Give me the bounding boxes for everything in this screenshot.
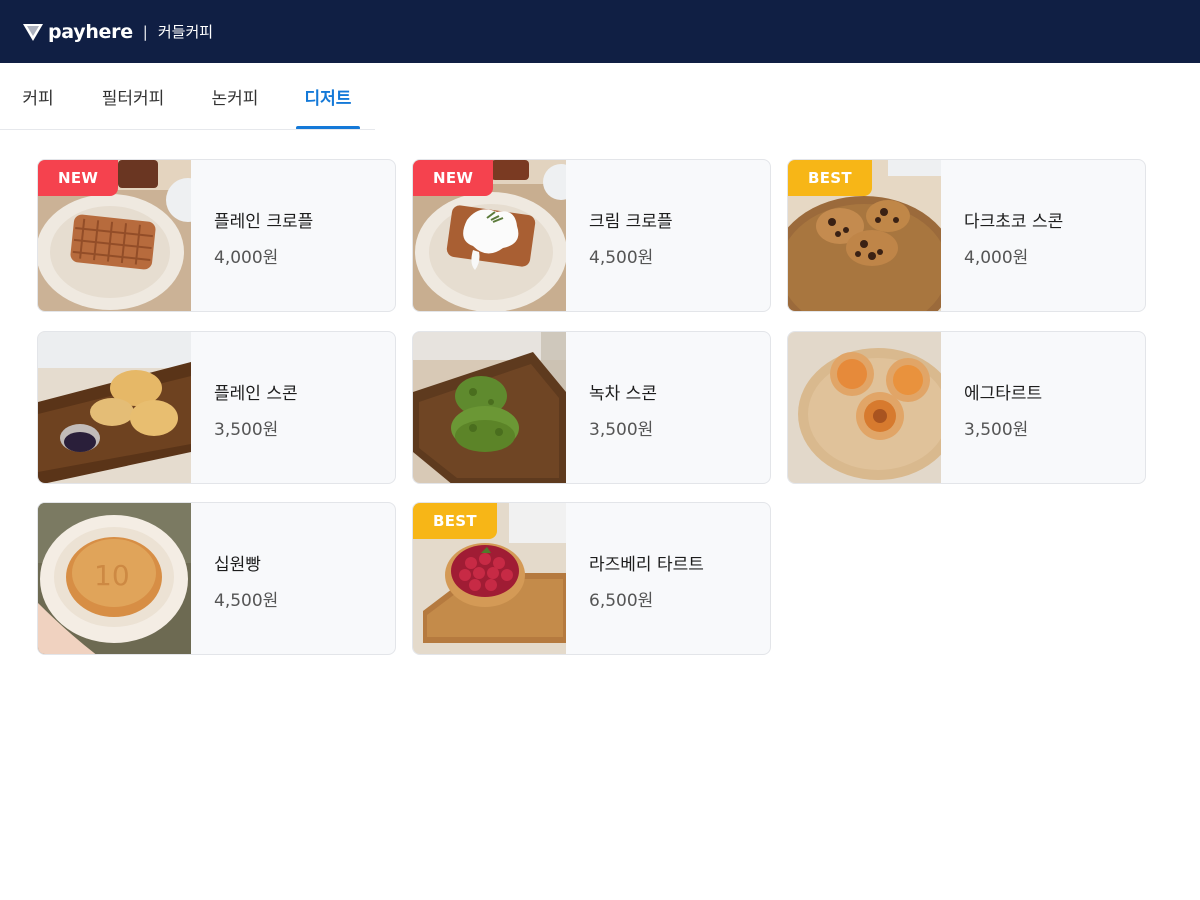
product-card-10won-bread[interactable]: 10 십원빵 4,500원 [37,502,396,655]
tabs-divider [0,129,375,130]
product-card-plain-scone[interactable]: 플레인 스콘 3,500원 [37,331,396,484]
product-name: 플레인 스콘 [214,384,298,404]
product-name: 에그타르트 [964,384,1043,404]
svg-text:10: 10 [94,559,130,592]
product-name: 다크초코 스콘 [964,212,1064,232]
product-price: 4,000원 [214,248,279,268]
new-badge: NEW [38,160,119,196]
product-price: 6,500원 [589,591,654,611]
product-name: 라즈베리 타르트 [589,555,704,575]
product-image [38,332,191,483]
payhere-logo-icon [23,23,43,41]
product-name: 플레인 크로플 [214,212,314,232]
tab-coffee[interactable]: 커피 [14,63,62,130]
brand-logo[interactable]: payhere [22,21,133,43]
best-badge: BEST [788,160,872,196]
product-price: 3,500원 [214,420,279,440]
product-name: 녹차 스콘 [589,384,657,404]
product-price: 3,500원 [964,420,1029,440]
tab-label: 커피 [22,89,54,109]
product-card-raspberry-tart[interactable]: BEST 라즈베리 타르트 6,500원 [412,502,771,655]
product-name: 십원빵 [214,555,261,575]
new-badge: NEW [413,160,494,196]
product-price: 4,500원 [214,591,279,611]
category-tabs: 커피 필터커피 논커피 디저트 [0,63,1200,130]
best-badge: BEST [413,503,497,539]
header-separator: | [142,22,148,41]
product-name: 크림 크로플 [589,212,673,232]
product-price: 4,500원 [589,248,654,268]
tab-filter-coffee[interactable]: 필터커피 [92,63,174,130]
tab-label: 필터커피 [101,89,165,109]
brand-name: payhere [48,20,133,43]
app-header: payhere | 커들커피 [0,0,1200,63]
tab-dessert[interactable]: 디저트 [296,63,360,130]
product-card-dark-choco-scone[interactable]: BEST 다크초코 스콘 4,000원 [787,159,1146,312]
product-card-cream-croffle[interactable]: NEW 크림 크로플 4,500원 [412,159,771,312]
product-price: 4,000원 [964,248,1029,268]
tab-label: 디저트 [304,89,352,109]
product-image [413,332,566,483]
store-name: 커들커피 [157,23,214,41]
product-price: 3,500원 [589,420,654,440]
product-image: 10 [38,503,191,654]
product-card-plain-croffle[interactable]: NEW 플레인 크로플 4,000원 [37,159,396,312]
product-card-green-tea-scone[interactable]: 녹차 스콘 3,500원 [412,331,771,484]
product-image [788,332,941,483]
tab-label: 논커피 [211,89,259,109]
product-card-egg-tart[interactable]: 에그타르트 3,500원 [787,331,1146,484]
tab-non-coffee[interactable]: 논커피 [203,63,267,130]
